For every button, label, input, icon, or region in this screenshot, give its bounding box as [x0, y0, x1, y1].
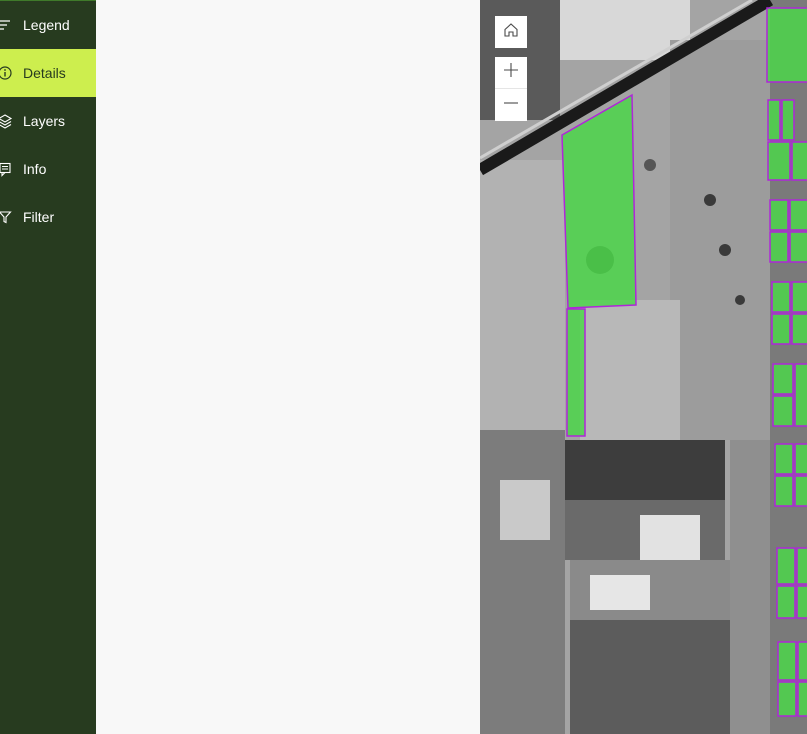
map-view[interactable]: [480, 0, 807, 734]
zoom-in-button[interactable]: [495, 57, 527, 89]
sidebar-item-label: Filter: [23, 209, 55, 225]
sidebar-item-label: Layers: [23, 113, 66, 129]
sidebar-item-layers[interactable]: Layers: [0, 97, 96, 145]
home-button[interactable]: [495, 16, 527, 48]
sidebar-item-details[interactable]: Details: [0, 49, 96, 97]
sidebar-item-info[interactable]: Info: [0, 145, 96, 193]
info-board-icon: [0, 161, 13, 177]
sidebar-item-filter[interactable]: Filter: [0, 193, 96, 241]
legend-icon: [0, 17, 13, 33]
info-circle-icon: [0, 65, 13, 81]
sidebar-item-label: Legend: [23, 17, 70, 33]
plus-icon: [502, 61, 520, 84]
home-icon: [502, 21, 520, 44]
sidebar-item-legend[interactable]: Legend: [0, 1, 96, 49]
sidebar-item-label: Details: [23, 65, 66, 81]
minus-icon: [502, 94, 520, 117]
details-panel: [96, 1, 480, 734]
layers-icon: [0, 113, 13, 129]
aerial-imagery: [480, 0, 807, 734]
sidebar: Legend Details Layers Info Filter: [0, 0, 96, 734]
sidebar-item-label: Info: [23, 161, 47, 177]
filter-icon: [0, 209, 13, 225]
zoom-out-button[interactable]: [495, 89, 527, 121]
